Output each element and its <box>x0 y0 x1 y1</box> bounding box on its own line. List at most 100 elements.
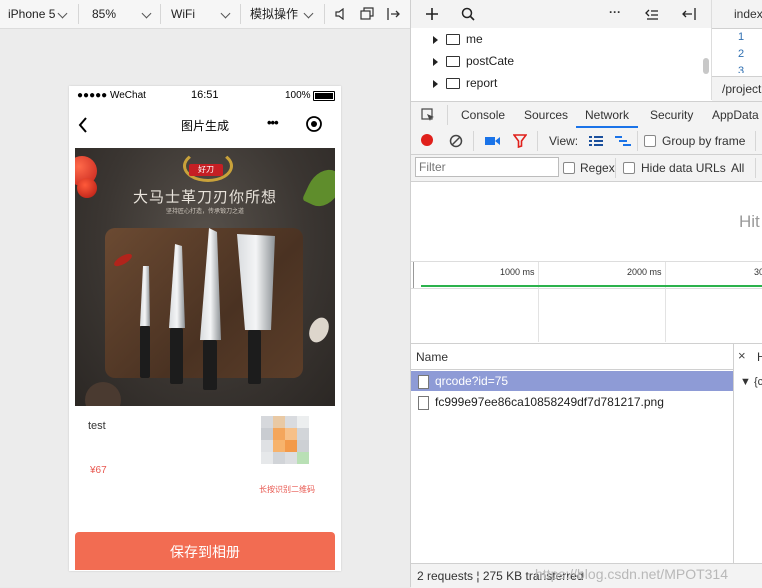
waterfall-icon[interactable] <box>615 135 631 147</box>
simulator-toolbar: iPhone 5 85% WiFi 模拟操作 <box>0 0 410 29</box>
caret-right-icon <box>433 57 438 66</box>
filter-funnel-icon[interactable] <box>513 134 527 148</box>
timeline-tick: 2000 ms <box>627 267 662 277</box>
file-tree: me postCate report <box>411 28 711 100</box>
chevron-down-icon <box>220 8 231 19</box>
battery-label: 100% <box>285 90 311 101</box>
timeline-tick: 1000 ms <box>500 267 535 277</box>
navigation-bar: 图片生成 ••• <box>69 106 341 146</box>
line-number: 2 <box>738 48 745 60</box>
request-list-header: Name <box>411 344 733 370</box>
file-icon <box>418 395 429 410</box>
more-options-icon[interactable]: ··· <box>609 5 621 19</box>
request-row-png[interactable]: fc999e97ee86ca10858249df7d781217.png <box>411 392 733 412</box>
filter-input[interactable] <box>415 157 559 177</box>
folder-icon <box>446 34 460 46</box>
tab-console[interactable]: Console <box>461 102 505 128</box>
tree-item-me[interactable]: me <box>433 28 483 50</box>
tab-security[interactable]: Security <box>650 102 693 128</box>
tab-sources[interactable]: Sources <box>524 102 568 128</box>
group-by-frame-label: Group by frame <box>662 134 746 148</box>
collapse-all-icon[interactable] <box>645 7 659 21</box>
qrcode-image <box>251 410 323 480</box>
inspect-element-icon[interactable] <box>421 108 435 122</box>
request-row-qrcode[interactable]: qrcode?id=75 <box>411 371 733 391</box>
knives-illustration <box>85 228 329 406</box>
operation-select[interactable]: 模拟操作 <box>250 0 318 28</box>
dock-right-icon[interactable] <box>386 7 402 21</box>
watermark-text: https://blog.csdn.net/MPOT314 <box>535 566 728 582</box>
tree-item-report[interactable]: report <box>433 72 497 94</box>
network-select[interactable]: WiFi <box>171 0 235 28</box>
timeline-grid-line <box>413 262 414 288</box>
network-overview: Hit 1000 ms 2000 ms 30 <box>411 182 762 342</box>
regex-checkbox[interactable] <box>563 162 575 174</box>
folder-icon <box>446 78 460 90</box>
filter-row: Regex Hide data URLs All <box>411 155 762 182</box>
device-select[interactable]: iPhone 5 <box>8 0 72 28</box>
request-list: Name qrcode?id=75 fc999e97ee86ca10858249… <box>411 343 733 564</box>
hide-data-urls-checkbox[interactable] <box>623 162 635 174</box>
search-icon[interactable] <box>461 7 475 21</box>
regex-label: Regex <box>580 161 615 175</box>
zoom-select[interactable]: 85% <box>92 0 156 28</box>
divider <box>447 105 448 125</box>
editor-tab-label: index <box>734 7 762 21</box>
filter-all-button[interactable]: All <box>731 161 744 175</box>
editor-tab[interactable]: index <box>712 0 762 29</box>
close-miniprogram-icon[interactable] <box>305 115 323 133</box>
dock-left-icon[interactable] <box>681 7 697 21</box>
name-column-header[interactable]: Name <box>416 350 448 364</box>
line-number: 1 <box>738 31 745 43</box>
clock-label: 16:51 <box>191 89 219 101</box>
request-detail-pane: × H ▼ {c <box>733 343 762 564</box>
detail-header-tab[interactable]: H <box>757 350 762 364</box>
overview-hint: Hit <box>739 212 760 231</box>
file-icon <box>418 374 429 389</box>
divider <box>324 4 325 24</box>
tree-item-label: report <box>466 76 498 90</box>
tree-item-label: me <box>466 32 483 46</box>
plus-icon[interactable] <box>425 7 439 21</box>
product-card: test ¥67 长按识别二维码 <box>75 406 335 516</box>
timeline-tick: 30 <box>754 267 762 277</box>
tree-item-label: postCate <box>466 54 515 68</box>
large-rows-icon[interactable] <box>589 135 603 147</box>
group-by-frame-checkbox[interactable] <box>644 135 656 147</box>
chevron-down-icon <box>141 8 152 19</box>
caret-right-icon <box>433 79 438 88</box>
tree-item-postcate[interactable]: postCate <box>433 50 514 72</box>
page-title: 图片生成 <box>180 119 229 133</box>
tab-network[interactable]: Network <box>576 102 639 128</box>
chevron-down-icon <box>303 8 314 19</box>
code-editor: index 1 2 3 /project. <box>711 0 762 101</box>
divider <box>637 131 638 151</box>
window-icon[interactable] <box>360 7 374 21</box>
more-menu-icon[interactable]: ••• <box>267 115 279 130</box>
zoom-select-label: 85% <box>92 7 117 21</box>
clear-icon[interactable] <box>449 134 463 148</box>
product-name: test <box>88 420 106 432</box>
operation-select-label: 模拟操作 <box>250 7 299 21</box>
qrcode-mosaic <box>261 416 309 464</box>
save-to-album-button[interactable]: 保存到相册 <box>75 532 335 570</box>
divider <box>78 4 79 24</box>
close-icon[interactable]: × <box>738 348 746 363</box>
speaker-icon[interactable] <box>335 8 347 20</box>
carrier-label: ●●●●● WeChat <box>77 90 146 101</box>
phone-screen: ●●●●● WeChat 16:51 100% 图片生成 ••• 好刀 大马士革… <box>69 86 341 571</box>
product-price: ¥67 <box>90 465 107 476</box>
divider <box>473 131 474 151</box>
poster-image: 好刀 大马士革刀刃你所想 坚持匠心打造，传承锻刀之道 <box>75 148 335 406</box>
divider <box>615 158 616 178</box>
timeline-ruler: 1000 ms 2000 ms 30 <box>411 261 762 342</box>
network-summary-bar: 2 requests ¦ 275 KB transferred https://… <box>411 563 762 588</box>
line-number: 3 <box>738 65 745 73</box>
tree-scrollbar[interactable] <box>703 58 709 74</box>
divider <box>537 131 538 151</box>
tab-appdata[interactable]: AppData <box>712 102 759 128</box>
video-capture-icon[interactable] <box>485 136 501 146</box>
detail-tree-row[interactable]: ▼ {c <box>740 376 762 388</box>
network-toolbar: View: Group by frame <box>411 128 762 155</box>
record-icon[interactable] <box>421 134 433 146</box>
